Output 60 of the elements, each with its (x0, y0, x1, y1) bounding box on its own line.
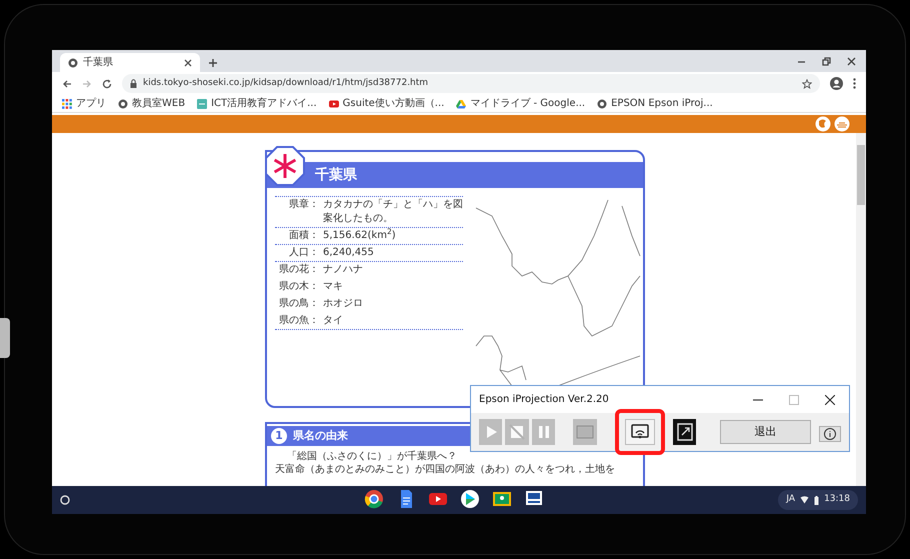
address-bar[interactable]: kids.tokyo-shoseki.co.jp/kidsap/download/r1/htm/jsd38772.htm (122, 74, 820, 93)
close-icon[interactable] (184, 58, 192, 66)
close-icon[interactable] (825, 394, 835, 404)
bookmark[interactable]: EPSON Epson iProj... (597, 98, 713, 108)
window-title: Epson iProjection Ver.2.20 (479, 393, 610, 407)
new-tab-icon[interactable] (208, 58, 218, 68)
back-icon[interactable] (62, 78, 72, 88)
fact-label: 県の花： (278, 263, 319, 277)
browser-tab[interactable]: 千葉県 (60, 53, 200, 72)
body-text: 天富命（あまのとみのみこと）が四国の阿波（あわ）の人々をつれ，土地を (275, 463, 616, 476)
globe-icon (68, 58, 78, 68)
launcher-icon[interactable] (60, 495, 70, 505)
section-number: 1 (271, 428, 287, 444)
chrome-icon[interactable] (364, 489, 384, 509)
fact-value: 5,156.62(km$^{2}$) (323, 229, 397, 243)
account-icon[interactable] (830, 77, 843, 90)
restore-icon[interactable] (822, 57, 831, 66)
stand-edge (0, 318, 10, 358)
fact-label: 県の鳥： (278, 297, 319, 311)
wifi-icon (800, 496, 810, 504)
scrollbar[interactable] (856, 133, 866, 486)
star-icon[interactable] (802, 78, 812, 88)
fact-label: 面積： (288, 229, 319, 243)
bookmark[interactable]: アプリ (62, 98, 106, 108)
globe-icon (597, 98, 608, 108)
bookmark[interactable]: Gsuite使い方動画（... (328, 98, 444, 108)
bookmark[interactable]: マイドライブ - Google... (456, 98, 586, 108)
ime-indicator: JA (786, 493, 796, 506)
play-store-icon[interactable] (460, 489, 480, 509)
fact-label: 県の魚： (278, 314, 319, 328)
fact-value: マキ (323, 280, 344, 294)
body-text: 「総国（ふさのくに）」が千葉県へ？ (286, 450, 458, 463)
document-icon (197, 98, 208, 108)
menu-icon[interactable] (853, 78, 856, 89)
bookmark[interactable]: ICT活用教育アドバイ... (197, 98, 317, 108)
close-icon[interactable] (847, 57, 856, 66)
section-title: 県名の由来 (293, 428, 348, 444)
bookmark[interactable]: 教員室WEB (118, 98, 186, 108)
fact-value: ナノハナ (323, 263, 364, 277)
globe-icon (118, 98, 128, 108)
info-icon[interactable] (818, 426, 841, 442)
exit-button[interactable]: 退出 (720, 420, 811, 444)
status-area[interactable]: JA 13:18 (778, 490, 858, 510)
fact-value: ホオジロ (323, 297, 364, 311)
fact-value: 6,240,455 (323, 246, 375, 260)
fact-label: 県の木： (278, 280, 319, 294)
fact-value: タイ (323, 314, 344, 328)
lock-icon (130, 79, 137, 88)
fact-label: 人口： (288, 246, 319, 260)
fact-value: カタカナの「チ」と「ハ」を図案化したもの。 (323, 198, 463, 226)
mirror-button[interactable] (672, 419, 696, 445)
battery-icon (814, 496, 820, 504)
apps-grid-icon (62, 98, 72, 108)
reload-icon[interactable] (102, 78, 112, 88)
cast-button[interactable] (624, 419, 655, 445)
video-icon (328, 98, 339, 108)
classroom-icon[interactable] (492, 489, 512, 509)
fact-label: 県章： (288, 198, 319, 212)
clock: 13:18 (824, 493, 850, 506)
prefecture-name: 千葉県 (315, 166, 357, 184)
